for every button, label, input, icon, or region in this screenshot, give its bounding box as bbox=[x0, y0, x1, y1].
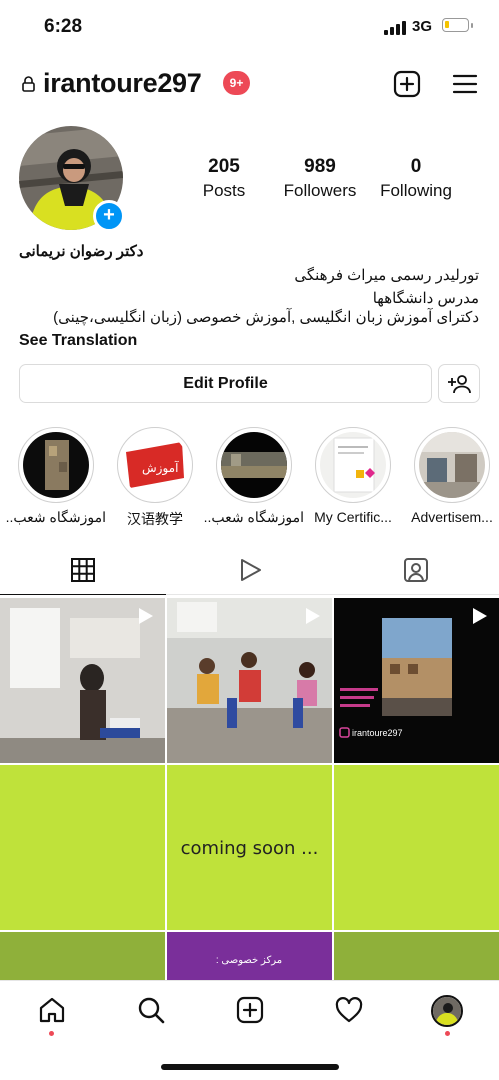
reel-icon bbox=[473, 608, 487, 624]
post-handle-tag: irantoure297 bbox=[352, 728, 403, 738]
edit-profile-button[interactable]: Edit Profile bbox=[19, 364, 432, 403]
profile-tabs bbox=[0, 548, 499, 595]
network-type: 3G bbox=[412, 18, 433, 35]
search-icon[interactable] bbox=[136, 995, 166, 1025]
profile-activity-dot bbox=[445, 1031, 450, 1036]
bio-line: دکترای آموزش زبان انگلیسی ,آموزش خصوصی (… bbox=[53, 309, 479, 326]
highlight-label: My Certific... bbox=[314, 509, 392, 525]
following-count: 0 bbox=[410, 156, 422, 177]
reels-tab-icon[interactable] bbox=[236, 556, 264, 584]
post-thumbnail[interactable] bbox=[0, 598, 165, 763]
add-person-icon bbox=[448, 375, 471, 394]
create-post-icon[interactable] bbox=[393, 70, 421, 98]
highlight-label: Advertisem... bbox=[411, 509, 493, 525]
post-thumbnail[interactable]: irantoure297 bbox=[334, 598, 499, 763]
highlight-5[interactable] bbox=[414, 427, 490, 503]
bio-line: تورلیدر رسمی میراث فرهنگی bbox=[294, 267, 479, 284]
following-label: Following bbox=[380, 181, 452, 200]
status-time: 6:28 bbox=[44, 16, 83, 37]
followers-label: Followers bbox=[283, 181, 357, 200]
followers-count: 989 bbox=[304, 156, 336, 177]
signal-icon bbox=[384, 21, 408, 35]
highlight-4[interactable] bbox=[315, 427, 391, 503]
stat-posts[interactable]: 205 Posts bbox=[176, 156, 272, 201]
profile-tab-avatar[interactable] bbox=[431, 995, 463, 1027]
status-bar: 6:28 3G bbox=[0, 0, 499, 56]
add-story-icon[interactable]: + bbox=[93, 200, 125, 232]
home-indicator bbox=[161, 1064, 339, 1070]
see-translation-link[interactable]: See Translation bbox=[19, 329, 479, 353]
highlight-cover-text: آموزش bbox=[142, 460, 179, 476]
highlight-2[interactable]: آموزش bbox=[117, 427, 193, 503]
heart-icon[interactable] bbox=[334, 995, 364, 1025]
post-thumbnail[interactable] bbox=[167, 598, 332, 763]
stat-following[interactable]: 0 Following bbox=[368, 156, 464, 201]
post-thumbnail[interactable] bbox=[0, 932, 165, 980]
posts-label: Posts bbox=[202, 181, 246, 200]
stat-followers[interactable]: 989 Followers bbox=[272, 156, 368, 201]
tagged-icon[interactable] bbox=[402, 556, 430, 584]
highlight-cover bbox=[23, 432, 89, 498]
highlight-cover: آموزش bbox=[122, 432, 188, 498]
grid-icon[interactable] bbox=[69, 556, 97, 584]
profile-header: irantoure297 9+ bbox=[0, 64, 499, 104]
highlight-cover bbox=[320, 432, 386, 498]
lock-icon bbox=[22, 76, 35, 92]
highlight-label: 汉语教学 bbox=[127, 511, 183, 527]
highlight-cover bbox=[419, 432, 485, 498]
posts-grid: irantoure297 bbox=[0, 598, 499, 980]
home-icon[interactable] bbox=[37, 995, 67, 1025]
post-caption-text: : مرکز خصوصی bbox=[215, 955, 283, 966]
battery-icon bbox=[442, 18, 473, 32]
username-switcher[interactable]: irantoure297 bbox=[43, 68, 202, 99]
menu-icon[interactable] bbox=[452, 72, 478, 96]
reel-icon bbox=[306, 608, 320, 624]
highlight-label: اموزشگاه شعب... bbox=[6, 509, 106, 525]
highlight-label: اموزشگاه شعب... bbox=[204, 509, 304, 525]
home-activity-dot bbox=[49, 1031, 54, 1036]
bio-name: دکتر رضوان نریمانی bbox=[19, 243, 144, 260]
active-tab-indicator bbox=[0, 593, 166, 595]
notification-badge: 9+ bbox=[223, 71, 250, 95]
highlight-3[interactable] bbox=[216, 427, 292, 503]
highlight-1[interactable] bbox=[18, 427, 94, 503]
posts-count: 205 bbox=[208, 156, 240, 177]
coming-soon-text: coming soon ... bbox=[180, 838, 319, 859]
highlight-cover bbox=[221, 432, 287, 498]
discover-people-button[interactable] bbox=[438, 364, 480, 403]
create-icon[interactable] bbox=[235, 995, 265, 1025]
post-thumbnail[interactable] bbox=[334, 932, 499, 980]
reel-icon bbox=[139, 608, 153, 624]
profile-avatar[interactable]: + bbox=[19, 126, 125, 232]
